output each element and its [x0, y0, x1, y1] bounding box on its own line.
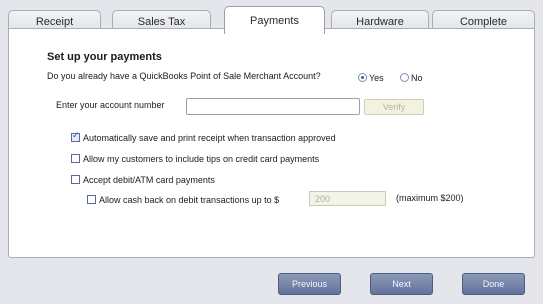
tab-payments[interactable]: Payments — [224, 6, 325, 34]
debit-checkbox[interactable] — [71, 175, 80, 185]
auto-save-print-checkbox[interactable] — [71, 131, 80, 143]
option-tips[interactable]: Allow my customers to include tips on cr… — [71, 150, 319, 168]
cash-back-amount-input[interactable]: 200 — [309, 191, 386, 206]
next-button[interactable]: Next — [370, 273, 433, 295]
yes-label: Yes — [369, 72, 384, 83]
verify-button[interactable]: Verify — [364, 99, 424, 115]
payments-panel: Set up your payments Do you already have… — [8, 28, 535, 258]
done-button[interactable]: Done — [462, 273, 525, 295]
tips-label: Allow my customers to include tips on cr… — [83, 153, 320, 164]
section-title: Set up your payments — [47, 51, 162, 63]
yes-radio-button[interactable] — [358, 73, 367, 83]
tab-bar: Receipt Sales Tax Payments Hardware Comp… — [8, 6, 535, 34]
tips-checkbox[interactable] — [71, 154, 80, 164]
option-cash-back[interactable]: Allow cash back on debit transactions up… — [87, 191, 279, 209]
cash-back-checkbox[interactable] — [87, 195, 96, 205]
cash-back-maximum-note: (maximum $200) — [396, 193, 464, 203]
account-number-label: Enter your account number — [56, 100, 165, 110]
option-debit[interactable]: Accept debit/ATM card payments — [71, 171, 215, 189]
yes-radio-group[interactable]: Yes — [358, 69, 384, 87]
account-number-input[interactable] — [186, 98, 360, 115]
option-auto-save-print[interactable]: Automatically save and print receipt whe… — [71, 129, 336, 147]
no-label: No — [411, 72, 423, 83]
debit-label: Accept debit/ATM card payments — [83, 174, 215, 185]
no-radio-group[interactable]: No — [400, 69, 423, 87]
previous-button[interactable]: Previous — [278, 273, 341, 295]
merchant-account-question: Do you already have a QuickBooks Point o… — [47, 71, 321, 81]
cash-back-label: Allow cash back on debit transactions up… — [99, 194, 280, 205]
auto-save-print-label: Automatically save and print receipt whe… — [83, 132, 336, 143]
no-radio-button[interactable] — [400, 73, 409, 83]
